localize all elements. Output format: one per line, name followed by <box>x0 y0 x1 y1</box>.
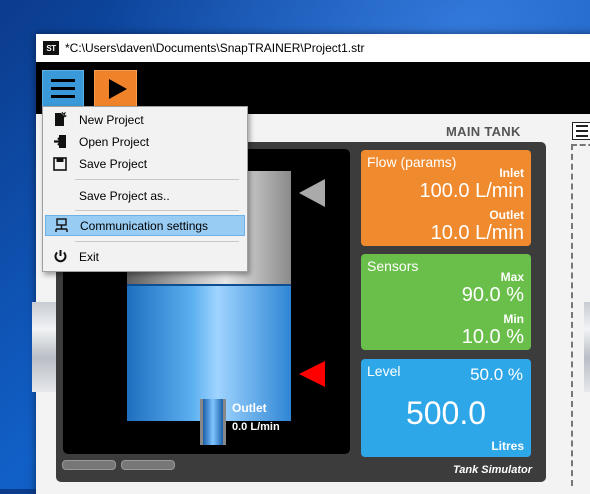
menu-lines-icon <box>576 125 588 127</box>
flow-panel[interactable]: Flow (params) Inlet 100.0 L/min Outlet 1… <box>361 150 531 246</box>
flow-inlet-label: Inlet <box>499 166 524 180</box>
level-percent: 50.0 % <box>470 365 523 384</box>
outlet-pipe <box>200 399 226 445</box>
level-unit: Litres <box>491 439 524 453</box>
title-bar: ST *C:\Users\daven\Documents\SnapTRAINER… <box>36 34 590 62</box>
save-icon <box>52 156 68 172</box>
hamburger-icon <box>51 79 75 82</box>
menu-item-exit[interactable]: Exit <box>45 246 245 267</box>
flow-inlet-value: 100.0 L/min <box>419 180 524 202</box>
level-value: 500.0 <box>405 395 487 431</box>
window-title: *C:\Users\daven\Documents\SnapTRAINER\Pr… <box>65 41 365 55</box>
flow-outlet-value: 10.0 L/min <box>430 222 524 244</box>
main-menu-dropdown: New Project Open Project Save Project Sa… <box>42 106 248 272</box>
menu-item-new-project[interactable]: New Project <box>45 109 245 130</box>
power-icon <box>52 249 68 265</box>
sensors-panel[interactable]: Sensors Max 90.0 % Min 10.0 % <box>361 254 531 350</box>
menu-separator <box>75 210 239 211</box>
footer-bar-left <box>62 460 116 470</box>
footer-bar-right <box>121 460 175 470</box>
flow-title: Flow (params) <box>367 154 457 170</box>
level-title: Level <box>367 363 401 379</box>
flow-outlet-label: Outlet <box>489 208 524 222</box>
level-panel[interactable]: Level 50.0 % 500.0 Litres <box>361 359 531 457</box>
level-marker-icon <box>299 361 325 387</box>
app-logo: ST <box>43 41 59 55</box>
outlet-value: 0.0 L/min <box>232 421 280 433</box>
tank-title: MAIN TANK <box>446 124 521 139</box>
dashed-panel <box>571 144 590 486</box>
sensors-min-value: 10.0 % <box>461 326 524 348</box>
simulator-label: Tank Simulator <box>452 464 532 476</box>
sensors-max-label: Max <box>500 270 524 284</box>
outlet-label: Outlet <box>232 401 267 415</box>
menu-item-save-project-as[interactable]: Save Project as.. <box>45 185 245 206</box>
sensors-min-label: Min <box>503 312 524 326</box>
menu-item-open-project[interactable]: Open Project <box>45 131 245 152</box>
network-icon <box>53 218 69 234</box>
menu-separator <box>75 241 239 242</box>
sensors-title: Sensors <box>367 258 419 274</box>
play-icon <box>108 78 127 99</box>
open-icon <box>52 134 68 150</box>
run-button[interactable] <box>94 70 137 107</box>
menu-item-communication-settings[interactable]: Communication settings <box>45 215 245 236</box>
new-file-icon <box>52 112 68 128</box>
sensors-max-value: 90.0 % <box>461 284 524 306</box>
menu-item-save-project[interactable]: Save Project <box>45 153 245 174</box>
panel-menu-button[interactable] <box>572 122 590 140</box>
hamburger-menu-button[interactable] <box>42 70 84 107</box>
inlet-marker-icon <box>299 179 325 207</box>
menu-separator <box>75 179 239 180</box>
